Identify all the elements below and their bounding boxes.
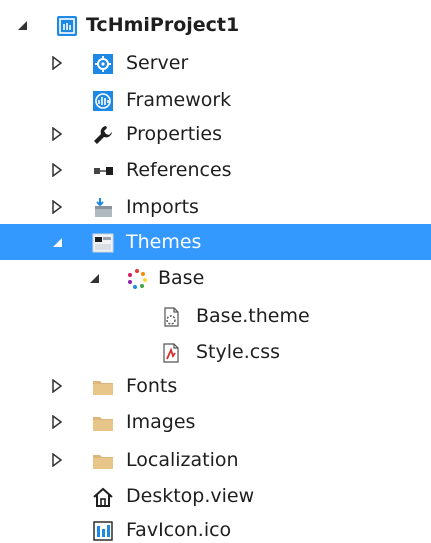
tree-item-label: Style.css bbox=[196, 341, 281, 363]
tree-item-tchmiproject1[interactable]: TcHmiProject1 bbox=[0, 7, 431, 43]
tree-item-label: Desktop.view bbox=[126, 485, 255, 507]
collapsed-arrow-icon[interactable] bbox=[49, 152, 65, 188]
tree-item-label: Server bbox=[126, 52, 189, 74]
references-icon bbox=[92, 160, 114, 182]
imports-icon bbox=[92, 197, 114, 219]
tree-item-themes[interactable]: Themes bbox=[0, 224, 431, 260]
tree-item-label: Imports bbox=[126, 196, 199, 218]
folder-icon bbox=[92, 450, 114, 472]
tree-item-label: FavIcon.ico bbox=[126, 519, 232, 541]
tree-item-style-css[interactable]: Style.css bbox=[0, 334, 431, 370]
palette-icon bbox=[126, 268, 148, 290]
tree-item-label: Images bbox=[126, 411, 196, 433]
css-file-icon bbox=[160, 342, 182, 364]
tree-item-base[interactable]: Base bbox=[0, 260, 431, 296]
expanded-arrow-icon[interactable] bbox=[49, 224, 65, 260]
wrench-icon bbox=[92, 124, 114, 146]
tree-item-properties[interactable]: Properties bbox=[0, 116, 431, 152]
tree-item-label: Base bbox=[158, 267, 205, 289]
tree-item-label: Themes bbox=[126, 231, 202, 253]
tree-item-fonts[interactable]: Fonts bbox=[0, 368, 431, 404]
tree-item-label: TcHmiProject1 bbox=[86, 14, 240, 36]
collapsed-arrow-icon[interactable] bbox=[49, 442, 65, 478]
collapsed-arrow-icon[interactable] bbox=[49, 116, 65, 152]
tree-item-label: Fonts bbox=[126, 375, 178, 397]
solution-explorer-tree: TcHmiProject1 Server Framework Propertie… bbox=[0, 0, 431, 543]
theme-file-icon bbox=[160, 306, 182, 328]
collapsed-arrow-icon[interactable] bbox=[49, 45, 65, 81]
tree-item-favicon-ico[interactable]: FavIcon.ico bbox=[0, 512, 431, 543]
collapsed-arrow-icon[interactable] bbox=[49, 404, 65, 440]
themes-icon bbox=[92, 232, 114, 254]
project-icon bbox=[56, 15, 78, 37]
folder-icon bbox=[92, 412, 114, 434]
collapsed-arrow-icon[interactable] bbox=[49, 368, 65, 404]
collapsed-arrow-icon[interactable] bbox=[49, 189, 65, 225]
tree-item-localization[interactable]: Localization bbox=[0, 442, 431, 478]
expanded-arrow-icon[interactable] bbox=[86, 260, 102, 296]
tree-item-server[interactable]: Server bbox=[0, 45, 431, 81]
tree-item-label: Properties bbox=[126, 123, 223, 145]
tree-item-framework[interactable]: Framework bbox=[0, 82, 431, 118]
tree-item-references[interactable]: References bbox=[0, 152, 431, 188]
tree-item-label: Framework bbox=[126, 89, 232, 111]
ico-file-icon bbox=[92, 520, 114, 542]
tree-item-imports[interactable]: Imports bbox=[0, 189, 431, 225]
tree-item-desktop-view[interactable]: Desktop.view bbox=[0, 478, 431, 514]
tree-item-images[interactable]: Images bbox=[0, 404, 431, 440]
tree-item-label: Localization bbox=[126, 449, 239, 471]
tree-item-base-theme[interactable]: Base.theme bbox=[0, 298, 431, 334]
expanded-arrow-icon[interactable] bbox=[14, 7, 30, 43]
home-icon bbox=[92, 486, 114, 508]
tree-item-label: Base.theme bbox=[196, 305, 310, 327]
framework-icon bbox=[92, 90, 114, 112]
folder-icon bbox=[92, 376, 114, 398]
tree-item-label: References bbox=[126, 159, 232, 181]
server-gear-icon bbox=[92, 53, 114, 75]
